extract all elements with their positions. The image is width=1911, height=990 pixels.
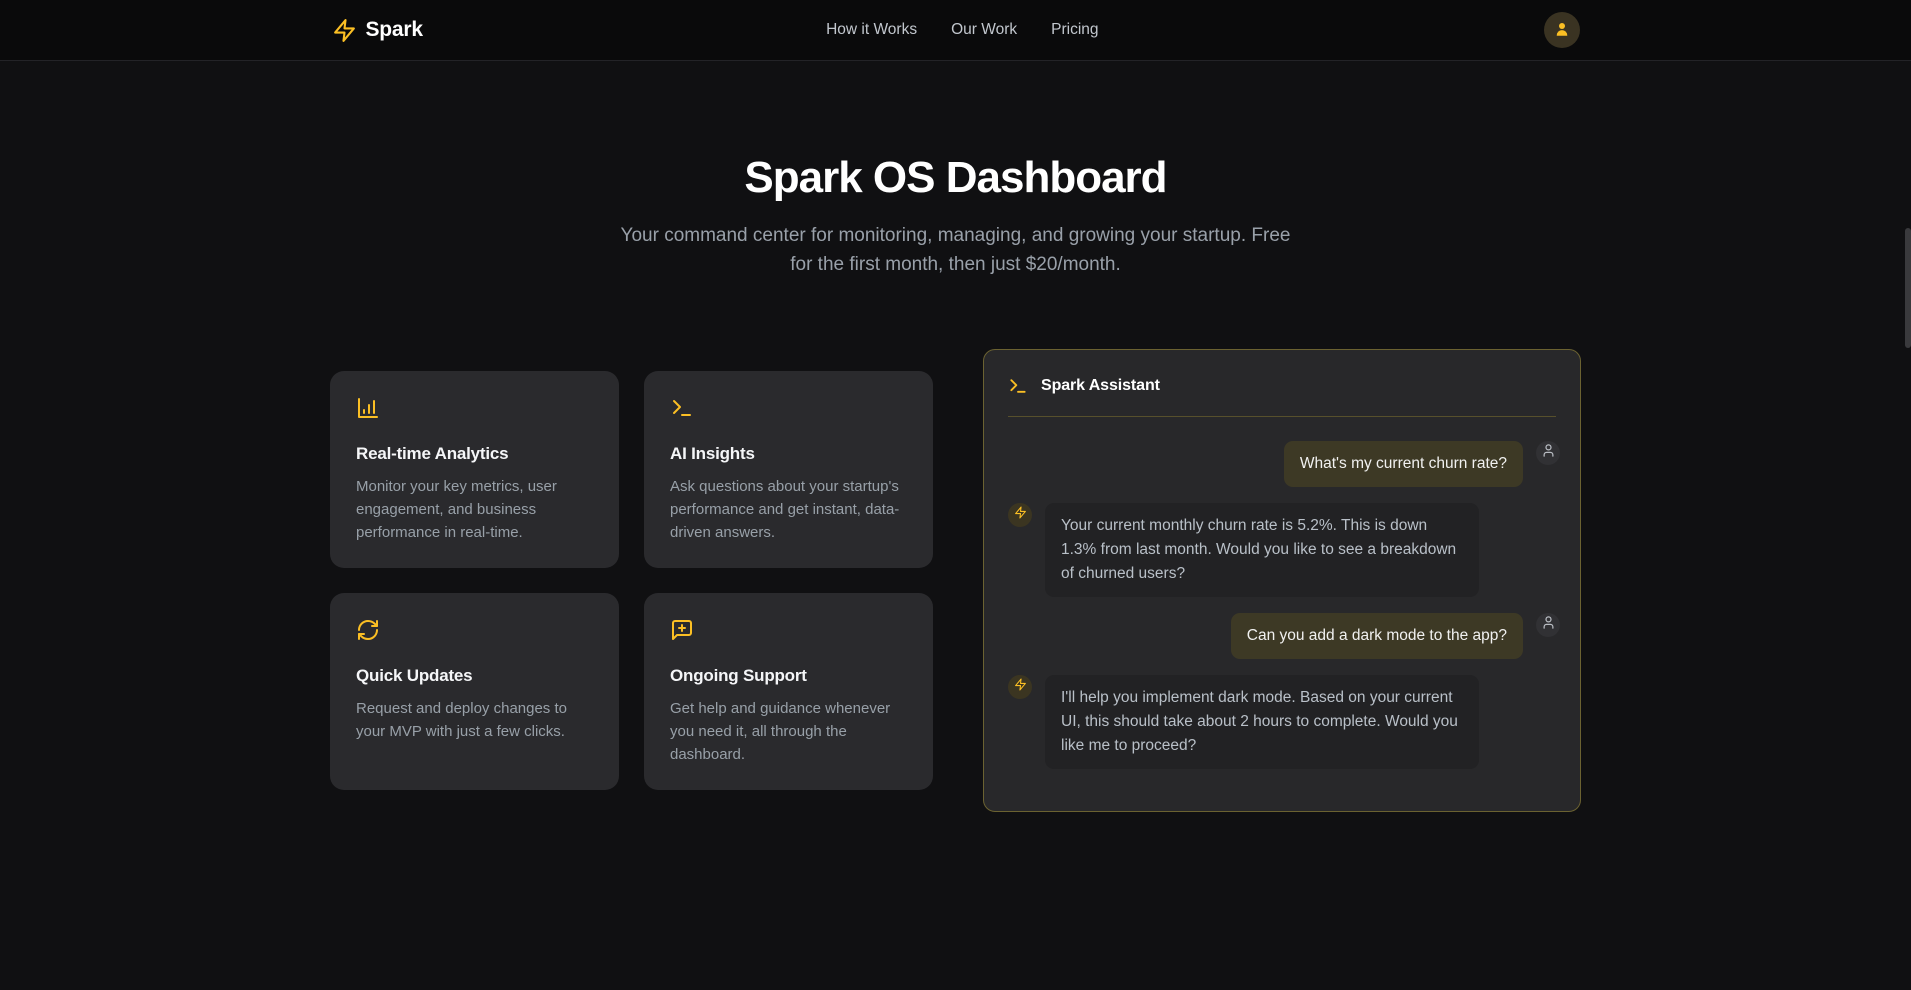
top-nav: Spark How it Works Our Work Pricing [0,0,1911,61]
user-message-bubble: What's my current churn rate? [1284,441,1523,487]
user-outline-icon [1541,615,1556,635]
feature-card-ongoing-support: Ongoing Support Get help and guidance wh… [644,593,933,790]
brand-logo[interactable]: Spark [332,18,423,43]
feature-card-real-time-analytics: Real-time Analytics Monitor your key met… [330,371,619,568]
page-subtitle: Your command center for monitoring, mana… [611,221,1301,279]
account-avatar-button[interactable] [1544,12,1580,48]
brand-name: Spark [366,18,423,42]
page-scrollbar-track [1905,0,1911,990]
chat-message-user: Can you add a dark mode to the app? [1008,613,1560,659]
page-scrollbar-thumb[interactable] [1905,228,1911,348]
content-row: Real-time Analytics Monitor your key met… [0,349,1911,812]
features-grid: Real-time Analytics Monitor your key met… [330,371,933,790]
assistant-message-bubble: Your current monthly churn rate is 5.2%.… [1045,503,1479,597]
nav-links: How it Works Our Work Pricing [826,21,1098,39]
nav-link-our-work[interactable]: Our Work [951,21,1017,39]
nav-link-how-it-works[interactable]: How it Works [826,21,917,39]
chart-column-icon [356,396,593,420]
chat-messages: What's my current churn rate? [1008,441,1560,769]
zap-icon [1014,678,1027,696]
feature-card-quick-updates: Quick Updates Request and deploy changes… [330,593,619,790]
feature-description: Get help and guidance whenever you need … [670,697,907,766]
zap-icon [332,18,357,43]
page-title: Spark OS Dashboard [0,153,1911,203]
assistant-avatar [1008,503,1032,527]
chat-message-assistant: Your current monthly churn rate is 5.2%.… [1008,503,1560,597]
nav-inner: Spark How it Works Our Work Pricing [332,12,1580,48]
nav-link-pricing[interactable]: Pricing [1051,21,1098,39]
assistant-avatar [1008,675,1032,699]
user-avatar [1536,441,1560,465]
message-square-plus-icon [670,618,907,642]
feature-title: AI Insights [670,444,907,464]
user-message-bubble: Can you add a dark mode to the app? [1231,613,1523,659]
chat-message-user: What's my current churn rate? [1008,441,1560,487]
terminal-icon [1008,376,1028,396]
chat-message-assistant: I'll help you implement dark mode. Based… [1008,675,1560,769]
feature-description: Monitor your key metrics, user engagemen… [356,475,593,544]
feature-title: Ongoing Support [670,666,907,686]
feature-description: Ask questions about your startup's perfo… [670,475,907,544]
chat-header: Spark Assistant [1008,372,1560,396]
user-icon [1553,20,1571,41]
refresh-icon [356,618,593,642]
feature-title: Real-time Analytics [356,444,593,464]
chat-panel-title: Spark Assistant [1041,377,1160,395]
user-avatar [1536,613,1560,637]
spark-assistant-panel: Spark Assistant What's my current churn … [983,349,1581,812]
feature-card-ai-insights: AI Insights Ask questions about your sta… [644,371,933,568]
chat-header-divider [1008,416,1556,417]
zap-icon [1014,506,1027,524]
assistant-message-bubble: I'll help you implement dark mode. Based… [1045,675,1479,769]
user-outline-icon [1541,443,1556,463]
terminal-icon [670,396,907,420]
feature-description: Request and deploy changes to your MVP w… [356,697,593,743]
hero-section: Spark OS Dashboard Your command center f… [0,61,1911,279]
feature-title: Quick Updates [356,666,593,686]
